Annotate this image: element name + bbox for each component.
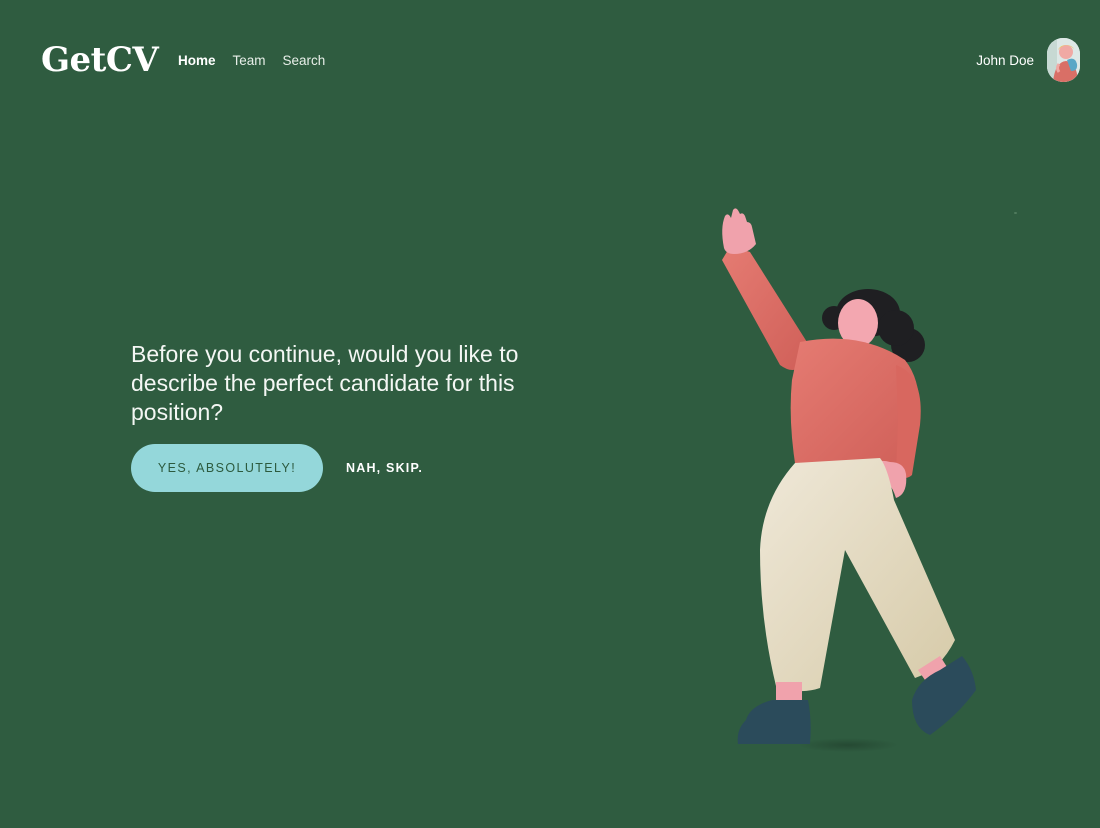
user-name[interactable]: John Doe <box>976 51 1034 71</box>
nav-link-home[interactable]: Home <box>178 51 216 71</box>
nav-link-search[interactable]: Search <box>283 51 326 71</box>
waving-woman-illustration <box>722 208 976 752</box>
nav-link-team[interactable]: Team <box>233 51 266 71</box>
decorative-dot <box>1014 212 1017 214</box>
main-nav: Home Team Search <box>178 51 325 71</box>
nah-skip-button[interactable]: NAH, SKIP. <box>346 456 423 480</box>
avatar[interactable] <box>1047 38 1080 82</box>
candidate-question: Before you continue, would you like to d… <box>131 341 519 425</box>
avatar-illustration-icon <box>1047 38 1080 82</box>
logo[interactable]: GetCV <box>41 38 159 82</box>
yes-absolutely-button[interactable]: YES, ABSOLUTELY! <box>131 444 323 492</box>
page: GetCV Home Team Search John Doe Before y… <box>0 0 1100 828</box>
top-header: GetCV Home Team Search John Doe <box>0 0 1100 122</box>
